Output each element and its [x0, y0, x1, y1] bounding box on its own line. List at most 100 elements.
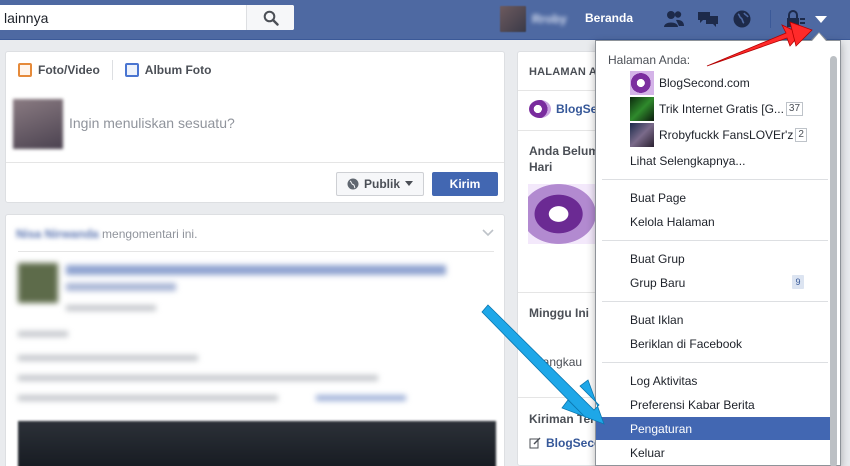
chevron-down-icon[interactable]: [482, 229, 494, 237]
notifications-button[interactable]: [730, 8, 754, 30]
dropdown-scrollbar[interactable]: [830, 56, 837, 466]
post-composer: Foto/Video Album Foto Ingin menuliskan s…: [5, 51, 505, 203]
shared-text-line: [18, 375, 378, 381]
home-link[interactable]: Beranda: [585, 11, 633, 25]
right-text: langkau: [540, 355, 583, 369]
story-divider: [18, 251, 494, 252]
photo-icon: [18, 63, 32, 77]
page-logo: [529, 100, 551, 118]
menu-item-settings[interactable]: Pengaturan: [596, 417, 832, 440]
menu-item-create-page[interactable]: Buat Page: [596, 186, 832, 209]
menu-item-manage-pages[interactable]: Kelola Halaman: [596, 210, 832, 233]
right-divider: [518, 130, 606, 131]
topbar-divider: [770, 10, 771, 28]
composer-footer: Publik Kirim: [6, 162, 504, 203]
tab-photo-album[interactable]: Album Foto: [124, 63, 211, 77]
menu-item-advertise[interactable]: Beriklan di Facebook: [596, 332, 832, 355]
dropdown-page-item[interactable]: Trik Internet Gratis [G... 37: [596, 96, 832, 121]
right-page-link[interactable]: BlogSe: [529, 100, 597, 118]
menu-item-logout[interactable]: Keluar: [596, 441, 832, 464]
shared-title: [66, 265, 446, 275]
feed-story: Nisa Nirwanda mengomentari ini.: [5, 214, 505, 466]
right-post-link[interactable]: BlogSeco: [529, 436, 601, 450]
search-input[interactable]: [4, 8, 244, 27]
right-text: Hari: [529, 160, 553, 174]
audience-label: Publik: [363, 177, 400, 191]
messages-button[interactable]: [696, 8, 720, 30]
globe-icon: [347, 178, 359, 190]
top-navigation-bar: Rroby Beranda: [0, 0, 850, 40]
dropdown-page-item[interactable]: Rrobyfuckk FansLOVEr'z 2: [596, 122, 832, 147]
tab-photo-video-label: Foto/Video: [38, 63, 100, 77]
page-name: Trik Internet Gratis [G...: [659, 101, 784, 116]
account-menu-caret-icon: [815, 16, 827, 23]
messages-icon: [698, 12, 718, 27]
tab-divider: [111, 60, 113, 80]
account-menu-button[interactable]: [809, 8, 833, 30]
friend-requests-button[interactable]: [662, 8, 686, 30]
new-groups-count-badge: 9: [792, 275, 804, 289]
avatar: [500, 6, 526, 32]
menu-divider: [602, 240, 828, 241]
page-thumbnail: [630, 122, 654, 147]
right-divider: [518, 397, 606, 398]
search-box: [0, 5, 294, 30]
profile-link[interactable]: Rroby: [500, 6, 567, 32]
dropdown-caret: [812, 33, 826, 41]
story-action: mengomentari ini.: [102, 227, 198, 241]
globe-notifications-icon: [733, 10, 751, 28]
shared-text-line: [18, 355, 198, 361]
right-divider: [518, 292, 606, 293]
story-header: Nisa Nirwanda mengomentari ini.: [16, 227, 197, 241]
dropdown-page-item[interactable]: BlogSecond.com: [596, 70, 832, 95]
shared-avatar: [18, 263, 58, 303]
page-cover-logo: [528, 184, 596, 244]
account-dropdown-menu: Halaman Anda: BlogSecond.com Trik Intern…: [595, 40, 841, 466]
notification-count-badge: 37: [785, 101, 804, 116]
right-column-header: HALAMAN A: [529, 66, 597, 78]
chevron-down-icon: [405, 181, 413, 186]
privacy-shortcuts-button[interactable]: [784, 8, 808, 30]
composer-input[interactable]: Ingin menuliskan sesuatu?: [69, 115, 235, 131]
right-column: HALAMAN A BlogSe Anda Belum Hari Minggu …: [517, 51, 607, 466]
menu-item-news-feed-preferences[interactable]: Preferensi Kabar Berita: [596, 393, 832, 416]
menu-divider: [602, 362, 828, 363]
shared-text-line: [18, 331, 68, 337]
audience-selector-button[interactable]: Publik: [336, 172, 424, 196]
shared-text-line: [18, 395, 278, 401]
edit-icon: [529, 437, 541, 449]
post-button[interactable]: Kirim: [432, 172, 498, 196]
friends-icon: [664, 11, 684, 27]
notification-count-badge: 2: [795, 127, 807, 142]
menu-item-new-groups-label: Grup Baru: [630, 275, 686, 290]
profile-name: Rroby: [532, 12, 567, 26]
composer-tabs: Foto/Video Album Foto: [6, 52, 504, 88]
right-text: Kiriman Ter: [529, 412, 595, 426]
search-icon: [263, 10, 279, 26]
right-text: Anda Belum: [529, 144, 600, 158]
see-more-pages-link[interactable]: Lihat Selengkapnya...: [596, 149, 832, 172]
menu-item-activity-log[interactable]: Log Aktivitas: [596, 369, 832, 392]
shared-meta: [66, 305, 156, 311]
page-thumbnail: [630, 96, 654, 121]
page-name: BlogSecond.com: [659, 75, 750, 90]
menu-divider: [602, 179, 828, 180]
composer-avatar: [13, 99, 63, 149]
right-page-name: BlogSe: [556, 102, 598, 116]
menu-item-create-group[interactable]: Buat Grup: [596, 247, 832, 270]
right-link-label: BlogSeco: [546, 436, 602, 450]
page-thumbnail: [630, 70, 654, 95]
album-icon: [124, 63, 139, 77]
right-text: Minggu Ini: [529, 306, 589, 320]
right-divider: [518, 90, 606, 91]
pages-section-title: Halaman Anda:: [608, 53, 691, 67]
shared-link: [316, 395, 406, 401]
story-actor[interactable]: Nisa Nirwanda: [16, 227, 99, 241]
page-name: Rrobyfuckk FansLOVEr'z: [659, 127, 794, 142]
search-button[interactable]: [246, 5, 294, 30]
menu-item-create-ad[interactable]: Buat Iklan: [596, 308, 832, 331]
video-thumbnail[interactable]: [18, 421, 496, 466]
menu-divider: [602, 301, 828, 302]
shared-subtitle: [66, 283, 176, 291]
tab-photo-video[interactable]: Foto/Video: [18, 63, 100, 77]
